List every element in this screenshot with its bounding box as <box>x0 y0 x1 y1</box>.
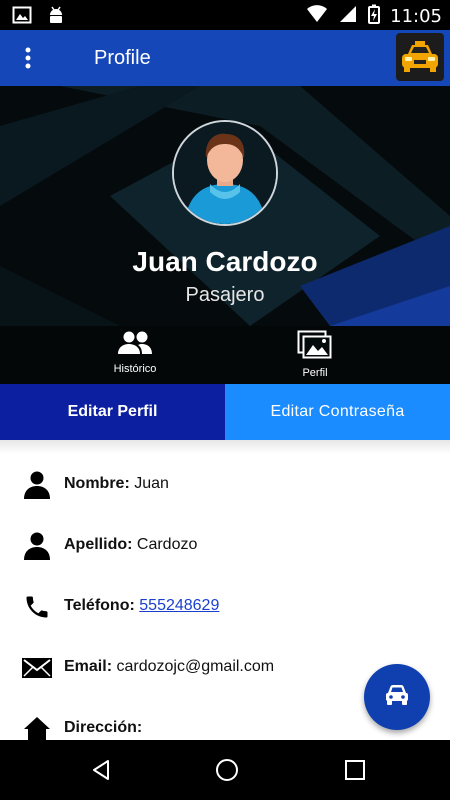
android-debug-icon <box>46 5 66 30</box>
detail-row-apellido: Apellido: Cardozo <box>0 525 450 565</box>
profile-name: Juan Cardozo <box>132 246 318 277</box>
profile-actions: Editar Perfil Editar Contraseña <box>0 384 450 440</box>
tab-historico-label: Histórico <box>113 363 157 375</box>
person-icon <box>20 531 54 561</box>
tab-historico[interactable]: Histórico <box>55 330 215 375</box>
detail-value: Juan <box>134 475 169 492</box>
home-icon <box>20 714 54 740</box>
tab-perfil-label: Perfil <box>302 367 328 379</box>
status-bar: 11:05 <box>0 0 450 30</box>
image-notification-icon <box>12 5 32 30</box>
detail-label: Email: <box>64 658 113 675</box>
detail-label: Teléfono: <box>64 597 135 614</box>
taxi-logo <box>396 33 444 81</box>
people-icon <box>55 330 215 359</box>
car-icon <box>384 684 410 711</box>
divider-shadow <box>0 440 450 454</box>
request-ride-button[interactable] <box>364 664 430 730</box>
phone-link[interactable]: 555248629 <box>139 597 219 614</box>
person-icon <box>20 470 54 500</box>
edit-profile-button[interactable]: Editar Perfil <box>0 384 225 440</box>
home-circle-icon[interactable] <box>212 755 242 785</box>
detail-label: Apellido: <box>64 536 133 553</box>
cell-signal-icon <box>338 4 358 29</box>
more-vert-icon[interactable] <box>0 30 56 86</box>
system-nav-bar <box>0 740 450 800</box>
detail-label: Nombre: <box>64 475 130 492</box>
tab-perfil[interactable]: Perfil <box>235 330 395 379</box>
app-bar: Profile <box>0 30 450 86</box>
detail-value: cardozojc@gmail.com <box>116 658 275 675</box>
profile-header: Juan Cardozo Pasajero Histórico Perfil <box>0 86 450 384</box>
page-title: Profile <box>94 46 151 69</box>
detail-row-telefono: Teléfono: 555248629 <box>0 586 450 626</box>
detail-value: Cardozo <box>136 536 198 553</box>
mail-icon <box>20 653 54 683</box>
detail-label: Dirección: <box>64 719 143 736</box>
back-icon[interactable] <box>86 755 116 785</box>
recents-icon[interactable] <box>340 755 370 785</box>
photos-icon <box>235 330 395 363</box>
avatar[interactable] <box>172 120 278 226</box>
status-time: 11:05 <box>390 6 442 27</box>
profile-role: Pasajero <box>185 284 265 306</box>
detail-row-nombre: Nombre: Juan <box>0 464 450 504</box>
battery-charging-icon <box>368 4 381 29</box>
phone-icon <box>20 592 54 622</box>
wifi-icon <box>306 4 328 29</box>
edit-password-button[interactable]: Editar Contraseña <box>225 384 450 440</box>
